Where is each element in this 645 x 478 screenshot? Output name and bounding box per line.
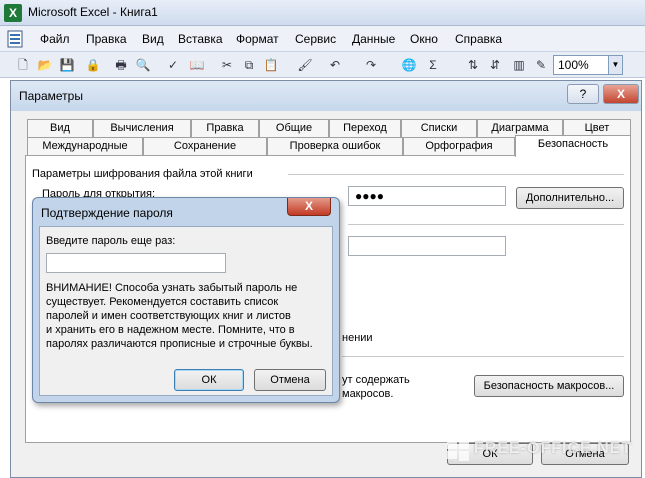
permission-icon[interactable]: 🔒 — [84, 56, 102, 74]
menu-insert[interactable]: Вставка — [178, 32, 223, 46]
copy-icon[interactable]: ⧉ — [240, 56, 258, 74]
partial-text-1: нении — [342, 332, 373, 344]
divider-2 — [348, 224, 624, 225]
confirm-dialog-title: Подтверждение пароля — [41, 206, 173, 220]
tab-error-checking[interactable]: Проверка ошибок — [267, 137, 403, 155]
hyperlink-icon[interactable]: 🌐 — [400, 56, 418, 74]
tab-view[interactable]: Вид — [27, 119, 93, 137]
menu-view[interactable]: Вид — [142, 32, 164, 46]
chevron-down-icon[interactable]: ▼ — [608, 56, 622, 74]
tab-transition[interactable]: Переход — [329, 119, 401, 137]
standard-toolbar: 🗋 📂 💾 🔒 🖶 🔍 ✓ 📖 ✂ ⧉ 📋 🖌 ↶ ↷ 🌐 Σ ⇅ ⇵ ▥ ✎ … — [0, 52, 645, 78]
window-title: Microsoft Excel - Книга1 — [28, 5, 158, 19]
watermark-text: FREE-OFFICE.NET — [474, 440, 633, 457]
confirm-password-input[interactable] — [46, 253, 226, 273]
menu-help[interactable]: Справка — [455, 32, 502, 46]
tab-security[interactable]: Безопасность — [515, 135, 631, 157]
sort-ascending-icon[interactable]: ⇅ — [464, 56, 482, 74]
redo-icon[interactable]: ↷ — [362, 56, 380, 74]
print-icon[interactable]: 🖶 — [112, 56, 130, 74]
parameters-dialog-titlebar: Параметры ? X — [11, 81, 641, 111]
open-icon[interactable]: 📂 — [36, 56, 54, 74]
sort-descending-icon[interactable]: ⇵ — [486, 56, 504, 74]
format-painter-icon[interactable]: 🖌 — [296, 56, 314, 74]
cut-icon[interactable]: ✂ — [218, 56, 236, 74]
section-divider — [288, 174, 624, 175]
warning-line: паролей и имен соответствующих книг и ли… — [46, 310, 291, 322]
paste-icon[interactable]: 📋 — [262, 56, 280, 74]
warning-text: ВНИМАНИЕ! Способа узнать забытый пароль … — [46, 281, 328, 351]
windows-logo-icon — [447, 439, 469, 461]
confirm-password-dialog: Подтверждение пароля X Введите пароль ещ… — [32, 197, 340, 403]
zoom-combobox[interactable]: 100% ▼ — [553, 55, 623, 75]
warning-line: ВНИМАНИЕ! Способа узнать забытый пароль … — [46, 282, 298, 294]
menu-format[interactable]: Формат — [236, 32, 279, 46]
tab-calculation[interactable]: Вычисления — [93, 119, 191, 137]
warning-line: существует. Рекомендуется составить спис… — [46, 296, 279, 308]
tab-international[interactable]: Международные — [27, 137, 143, 155]
menu-edit[interactable]: Правка — [86, 32, 127, 46]
spelling-icon[interactable]: ✓ — [164, 56, 182, 74]
partial-text-2a: ут содержать — [342, 374, 410, 386]
drawing-icon[interactable]: ✎ — [532, 56, 550, 74]
workbook-icon[interactable] — [6, 30, 26, 48]
partial-text-2b: макросов. — [342, 388, 394, 400]
confirm-dialog-body: Введите пароль еще раз: ВНИМАНИЕ! Способ… — [39, 226, 333, 396]
tab-save[interactable]: Сохранение — [143, 137, 267, 155]
menu-file[interactable]: Файл — [40, 32, 70, 46]
menu-bar: Файл Правка Вид Вставка Формат Сервис Да… — [0, 26, 645, 52]
password-open-field[interactable]: ●●●● — [348, 186, 506, 206]
confirm-cancel-button[interactable]: Отмена — [254, 369, 326, 391]
tab-lists[interactable]: Списки — [401, 119, 477, 137]
warning-line: паролях различаются прописные и строчные… — [46, 338, 313, 350]
section-label: Параметры шифрования файла этой книги — [32, 168, 253, 180]
help-button[interactable]: ? — [567, 84, 599, 104]
password-modify-field[interactable] — [348, 236, 506, 256]
confirm-ok-button[interactable]: ОК — [174, 369, 244, 391]
undo-icon[interactable]: ↶ — [326, 56, 344, 74]
tab-general[interactable]: Общие — [259, 119, 329, 137]
password-open-value: ●●●● — [355, 189, 384, 203]
chart-wizard-icon[interactable]: ▥ — [510, 56, 528, 74]
menu-data[interactable]: Данные — [352, 32, 395, 46]
print-preview-icon[interactable]: 🔍 — [134, 56, 152, 74]
macro-security-button[interactable]: Безопасность макросов... — [474, 375, 624, 397]
confirm-close-button[interactable]: X — [287, 198, 331, 216]
menu-window[interactable]: Окно — [410, 32, 438, 46]
menu-tools[interactable]: Сервис — [295, 32, 336, 46]
warning-line: и хранить его в надежном месте. Помните,… — [46, 324, 295, 336]
new-icon[interactable]: 🗋 — [14, 56, 32, 74]
tab-spelling[interactable]: Орфография — [403, 137, 515, 155]
close-button[interactable]: X — [603, 84, 639, 104]
zoom-value: 100% — [558, 58, 589, 72]
autosum-icon[interactable]: Σ — [424, 56, 442, 74]
excel-title-bar: X Microsoft Excel - Книга1 — [0, 0, 645, 26]
divider-3 — [342, 356, 624, 357]
tab-edit[interactable]: Правка — [191, 119, 259, 137]
advanced-button[interactable]: Дополнительно... — [516, 187, 624, 209]
reenter-password-label: Введите пароль еще раз: — [46, 235, 176, 247]
research-icon[interactable]: 📖 — [188, 56, 206, 74]
excel-app-icon: X — [4, 4, 22, 22]
save-icon[interactable]: 💾 — [58, 56, 76, 74]
parameters-dialog-title: Параметры — [19, 89, 83, 103]
